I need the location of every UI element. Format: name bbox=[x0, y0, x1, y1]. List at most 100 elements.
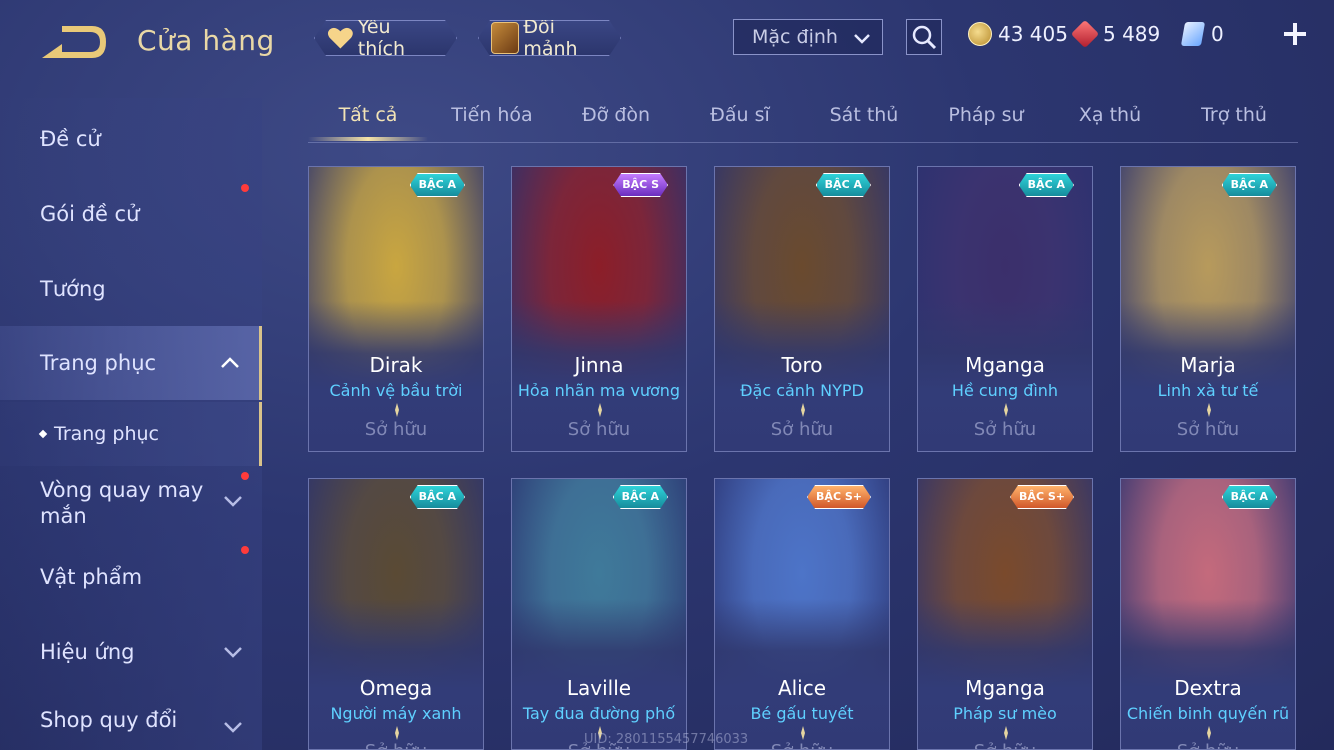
search-button[interactable] bbox=[906, 19, 942, 55]
favorite-label: Yêu thích bbox=[357, 16, 406, 60]
sidebar-item-recommended-packs[interactable]: Gói đề cử bbox=[0, 177, 262, 251]
chest-icon bbox=[491, 22, 519, 54]
skin-name: Hề cung đình bbox=[951, 381, 1059, 400]
top-up-button[interactable] bbox=[1281, 20, 1309, 48]
category-tabs: Tất cả Tiến hóa Đỡ đòn Đấu sĩ Sát thủ Ph… bbox=[308, 98, 1298, 143]
heart-icon bbox=[327, 25, 354, 51]
hero-name: Laville bbox=[566, 676, 632, 700]
sidebar-item-exchange-shop[interactable]: Shop quy đổi bbox=[0, 690, 262, 750]
voucher-currency: 0 bbox=[1180, 22, 1224, 46]
plus-icon bbox=[1284, 23, 1306, 45]
sort-value: Mặc định bbox=[752, 26, 838, 48]
sidebar-item-heroes[interactable]: Tướng bbox=[0, 252, 262, 326]
hero-name: Mganga bbox=[965, 353, 1045, 377]
skin-card[interactable]: BẬC S Jinna Hỏa nhãn ma vương Sở hữu bbox=[511, 166, 687, 452]
sidebar-subitem-skins[interactable]: Trang phục bbox=[0, 402, 262, 466]
tier-badge: BẬC A bbox=[816, 173, 871, 197]
active-tab-indicator bbox=[308, 137, 428, 141]
fragment-exchange-button[interactable]: Đổi mảnh bbox=[478, 20, 621, 56]
sidebar-item-effects[interactable]: Hiệu ứng bbox=[0, 615, 262, 689]
hero-name: Dirak bbox=[369, 353, 423, 377]
hero-name: Marja bbox=[1180, 353, 1236, 377]
voucher-amount: 0 bbox=[1211, 22, 1224, 46]
skin-name: Cảnh vệ bầu trời bbox=[329, 381, 463, 400]
ruby-icon bbox=[1070, 19, 1100, 49]
skin-card[interactable]: BẬC A Mganga Hề cung đình Sở hữu bbox=[917, 166, 1093, 452]
top-bar: Cửa hàng Yêu thích Đổi mảnh Mặc định 43 … bbox=[0, 0, 1334, 80]
owned-status: Sở hữu bbox=[567, 419, 631, 440]
tier-badge: BẬC S bbox=[613, 173, 668, 197]
fragment-label: Đổi mảnh bbox=[523, 16, 578, 60]
tab-support[interactable]: Trợ thủ bbox=[1174, 104, 1294, 126]
bullet-icon bbox=[38, 429, 48, 439]
skin-card[interactable]: BẬC A Omega Người máy xanh Sở hữu bbox=[308, 478, 484, 750]
tab-all[interactable]: Tất cả bbox=[308, 104, 428, 126]
chevron-up-icon bbox=[221, 357, 239, 368]
owned-status: Sở hữu bbox=[770, 419, 834, 440]
ruby-currency: 5 489 bbox=[1070, 19, 1161, 49]
hero-name: Dextra bbox=[1174, 676, 1242, 700]
owned-status: Sở hữu bbox=[364, 419, 428, 440]
tier-badge: BẬC A bbox=[1222, 173, 1277, 197]
notification-dot bbox=[241, 184, 249, 192]
sidebar-item-label: Hiệu ứng bbox=[40, 640, 135, 664]
owned-status: Sở hữu bbox=[1121, 741, 1295, 749]
favorite-button[interactable]: Yêu thích bbox=[314, 20, 457, 56]
hero-name: Toro bbox=[781, 353, 823, 377]
tab-fighter[interactable]: Đấu sĩ bbox=[680, 104, 800, 126]
tab-mage[interactable]: Pháp sư bbox=[926, 104, 1046, 126]
sidebar-item-label: Trang phục bbox=[40, 351, 157, 375]
skin-name: Linh xà tư tế bbox=[1157, 381, 1259, 400]
hero-name: Alice bbox=[777, 676, 827, 700]
chevron-down-icon bbox=[224, 722, 242, 733]
sidebar-item-label: Tướng bbox=[40, 277, 106, 301]
tab-marksman[interactable]: Xạ thủ bbox=[1050, 104, 1170, 126]
skin-name: Người máy xanh bbox=[330, 704, 462, 723]
skin-card[interactable]: BẬC A Dirak Cảnh vệ bầu trời Sở hữu bbox=[308, 166, 484, 452]
sidebar-item-label: Đề cử bbox=[40, 127, 101, 151]
hero-name: Omega bbox=[359, 676, 433, 700]
hero-name: Mganga bbox=[965, 676, 1045, 700]
sidebar-item-lucky-wheel[interactable]: Vòng quay may mắn bbox=[0, 466, 262, 540]
skin-card[interactable]: BẬC A Laville Tay đua đường phố Sở hữu bbox=[511, 478, 687, 750]
voucher-icon bbox=[1180, 22, 1206, 46]
sidebar-item-label: Vật phẩm bbox=[40, 565, 143, 589]
gold-coin-icon bbox=[968, 22, 992, 46]
gold-currency: 43 405 bbox=[968, 22, 1068, 46]
chevron-down-icon bbox=[854, 34, 870, 44]
uid-watermark: UID: 2801155457746033 bbox=[584, 732, 749, 747]
sidebar-item-label: Trang phục bbox=[54, 423, 160, 445]
skin-card[interactable]: BẬC S+ Alice Bé gấu tuyết Sở hữu bbox=[714, 478, 890, 750]
skin-card[interactable]: BẬC S+ Mganga Pháp sư mèo Sở hữu bbox=[917, 478, 1093, 750]
sort-dropdown[interactable]: Mặc định bbox=[733, 19, 883, 55]
sidebar-item-label: Gói đề cử bbox=[40, 202, 140, 226]
skin-card[interactable]: BẬC A Toro Đặc cảnh NYPD Sở hữu bbox=[714, 166, 890, 452]
sidebar-item-label: Shop quy đổi bbox=[40, 708, 178, 732]
tier-badge: BẬC S+ bbox=[1010, 485, 1074, 509]
skin-card[interactable]: BẬC A Dextra Chiến binh quyến rũ Sở hữu bbox=[1120, 478, 1296, 750]
owned-status: Sở hữu bbox=[973, 419, 1037, 440]
sidebar-item-recommended[interactable]: Đề cử bbox=[0, 102, 262, 176]
tier-badge: BẬC A bbox=[1222, 485, 1277, 509]
tier-badge: BẬC A bbox=[1019, 173, 1074, 197]
tab-tank[interactable]: Đỡ đòn bbox=[556, 104, 676, 126]
sidebar-item-skins[interactable]: Trang phục bbox=[0, 326, 262, 400]
chevron-down-icon bbox=[224, 496, 242, 507]
owned-status: Sở hữu bbox=[918, 741, 1092, 749]
ruby-amount: 5 489 bbox=[1103, 22, 1161, 46]
tab-evolution[interactable]: Tiến hóa bbox=[432, 104, 552, 126]
notification-dot bbox=[241, 472, 249, 480]
skin-card[interactable]: BẬC A Marja Linh xà tư tế Sở hữu bbox=[1120, 166, 1296, 452]
back-button[interactable] bbox=[40, 22, 110, 62]
skin-name: Chiến binh quyến rũ bbox=[1126, 704, 1290, 723]
tier-badge: BẬC A bbox=[410, 485, 465, 509]
search-icon bbox=[912, 25, 937, 50]
tab-assassin[interactable]: Sát thủ bbox=[804, 104, 924, 126]
tier-badge: BẬC S+ bbox=[807, 485, 871, 509]
sidebar-item-label: Vòng quay may mắn bbox=[40, 478, 204, 528]
sidebar-item-items[interactable]: Vật phẩm bbox=[0, 540, 262, 614]
skin-name: Tay đua đường phố bbox=[522, 704, 676, 723]
page-title: Cửa hàng bbox=[137, 24, 275, 57]
notification-dot bbox=[241, 546, 249, 554]
owned-status: Sở hữu bbox=[1176, 419, 1240, 440]
